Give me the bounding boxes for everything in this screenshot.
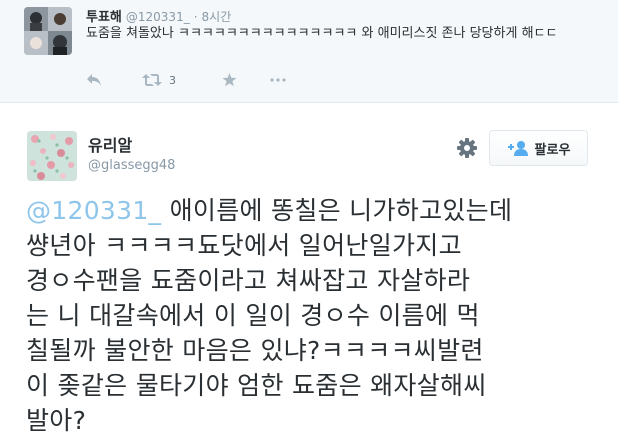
reply-text: 됴줌을 쳐돌았나 ㅋㅋㅋㅋㅋㅋㅋㅋㅋㅋㅋㅋㅋㅋㅋ 와 애미리스짓 존나 당당하게…: [86, 26, 558, 41]
reply-header: 투표해 @120331_ · 8시간: [86, 6, 232, 25]
tweet-text: @120331_ 애이름에 똥칠은 니가하고있는데 썅년아 ㅋㅋㅋㅋ됴닷에서 일…: [26, 193, 606, 438]
reply-handle[interactable]: @120331_: [126, 10, 190, 24]
more-button[interactable]: [270, 78, 310, 82]
tweet-line: @120331_ 애이름에 똥칠은 니가하고있는데: [26, 193, 606, 228]
tweet-line: 칠될까 불안한 마음은 있냐?ㅋㅋㅋㅋ씨발련: [26, 336, 484, 365]
main-display-name[interactable]: 유리알: [88, 132, 132, 156]
tweet-line: 경ㅇ수팬을 됴줌이라고 쳐싸잡고 자살하라: [26, 266, 471, 295]
follow-button[interactable]: 팔로우: [489, 130, 588, 166]
floral-pattern-avatar: [27, 131, 77, 181]
settings-button[interactable]: [456, 137, 478, 159]
tweet-line: 썅년아 ㅋㅋㅋㅋ됴닷에서 일어난일가지고: [26, 231, 462, 260]
reply-tweet[interactable]: 투표해 @120331_ · 8시간 됴줌을 쳐돌았나 ㅋㅋㅋㅋㅋㅋㅋㅋㅋㅋㅋㅋ…: [0, 0, 618, 103]
tweet-page: 투표해 @120331_ · 8시간 됴줌을 쳐돌았나 ㅋㅋㅋㅋㅋㅋㅋㅋㅋㅋㅋㅋ…: [0, 0, 618, 442]
reply-icon: [87, 74, 101, 86]
mention-link[interactable]: @120331_: [26, 196, 161, 225]
reply-avatar[interactable]: [24, 7, 72, 55]
reply-timestamp[interactable]: 8시간: [202, 8, 232, 25]
main-avatar[interactable]: [27, 131, 77, 181]
tweet-line: 발아?: [26, 406, 87, 435]
follow-label: 팔로우: [534, 142, 571, 158]
tweet-line: 는 니 대갈속에서 이 일이 경ㅇ수 이름에 먹: [26, 301, 480, 330]
reply-actions: 3: [86, 70, 310, 90]
reply-separator: ·: [193, 10, 198, 24]
retweet-count: 3: [169, 73, 176, 87]
avatar-photo: [24, 7, 72, 55]
tweet-line-text: 애이름에 똥칠은 니가하고있는데: [161, 196, 513, 225]
retweet-button[interactable]: 3: [142, 73, 222, 87]
gear-icon: [457, 138, 477, 158]
reply-display-name[interactable]: 투표해: [86, 6, 122, 25]
favorite-button[interactable]: [222, 73, 270, 87]
reply-button[interactable]: [86, 73, 142, 87]
follow-person-plus-icon: [507, 141, 528, 156]
favorite-icon: [222, 73, 237, 87]
main-handle[interactable]: @glassegg48: [88, 158, 175, 173]
tweet-line: 이 좆같은 물타기야 엄한 됴줌은 왜자살해씨: [26, 371, 487, 400]
more-icon: [270, 78, 286, 82]
retweet-icon: [142, 74, 162, 86]
